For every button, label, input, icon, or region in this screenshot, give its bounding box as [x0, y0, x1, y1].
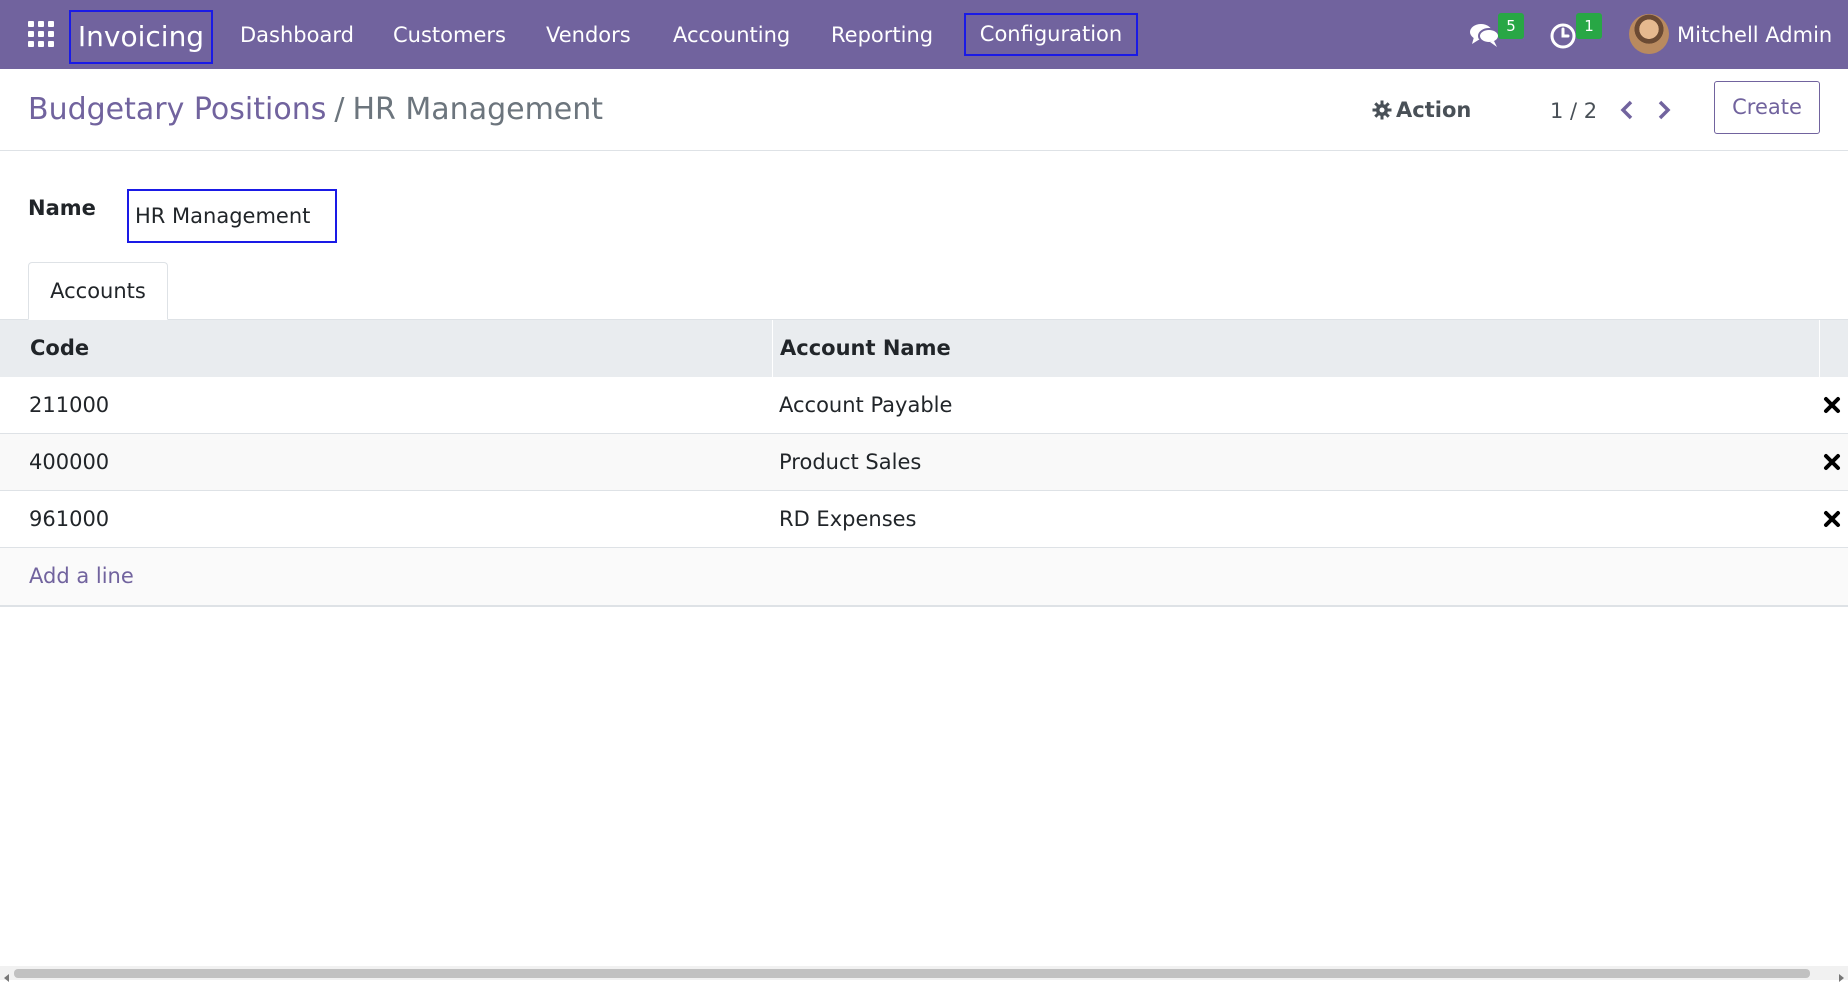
user-name[interactable]: Mitchell Admin — [1677, 19, 1832, 51]
menu-accounting[interactable]: Accounting — [673, 19, 790, 51]
app-brand[interactable]: Invoicing — [69, 10, 213, 64]
cell-account-name: Product Sales — [779, 450, 922, 474]
cell-account-name: Account Payable — [779, 393, 953, 417]
column-divider — [772, 320, 773, 377]
table-row[interactable]: 961000 RD Expenses — [0, 491, 1848, 548]
column-divider — [1819, 320, 1820, 377]
action-label: Action — [1396, 98, 1472, 122]
avatar[interactable] — [1629, 14, 1669, 54]
delete-row-icon[interactable] — [1823, 453, 1841, 471]
apps-grid-icon[interactable] — [28, 21, 56, 49]
add-line-link[interactable]: Add a line — [29, 548, 134, 605]
name-label: Name — [28, 196, 96, 220]
scrollbar-thumb[interactable] — [14, 969, 1810, 978]
breadcrumb-separator: / — [334, 92, 345, 127]
delete-row-icon[interactable] — [1823, 396, 1841, 414]
breadcrumb-current: HR Management — [352, 92, 604, 127]
menu-vendors[interactable]: Vendors — [546, 19, 631, 51]
column-header-code[interactable]: Code — [30, 320, 89, 377]
action-button[interactable]: Action — [1372, 91, 1471, 129]
control-panel: Budgetary Positions / HR Management Action… — [0, 69, 1848, 151]
cell-account-name: RD Expenses — [779, 507, 917, 531]
accounts-table: Code Account Name 211000 Account Payable… — [0, 320, 1848, 607]
breadcrumb: Budgetary Positions / HR Management — [28, 89, 603, 131]
menu-configuration[interactable]: Configuration — [964, 13, 1138, 56]
pager-value[interactable]: 1 / 2 — [1550, 93, 1597, 129]
cell-code: 211000 — [29, 393, 110, 417]
tab-accounts[interactable]: Accounts — [28, 262, 168, 320]
chevron-left-icon[interactable] — [1617, 95, 1637, 125]
menu-customers[interactable]: Customers — [393, 19, 506, 51]
activities-badge: 1 — [1576, 13, 1602, 39]
scroll-left-icon[interactable] — [2, 968, 12, 982]
menu-reporting[interactable]: Reporting — [831, 19, 933, 51]
cell-code: 400000 — [29, 450, 110, 474]
messages-badge: 5 — [1498, 13, 1524, 39]
chevron-right-icon[interactable] — [1654, 95, 1674, 125]
delete-row-icon[interactable] — [1823, 510, 1841, 528]
table-row[interactable]: 211000 Account Payable — [0, 377, 1848, 434]
column-header-account-name[interactable]: Account Name — [780, 320, 951, 377]
menu-dashboard[interactable]: Dashboard — [240, 19, 354, 51]
top-navbar: Invoicing Dashboard Customers Vendors Ac… — [0, 0, 1848, 69]
chat-icon[interactable] — [1469, 20, 1501, 50]
name-input[interactable] — [127, 189, 337, 243]
horizontal-scrollbar[interactable] — [0, 966, 1848, 982]
scroll-right-icon[interactable] — [1836, 968, 1846, 982]
create-button[interactable]: Create — [1714, 81, 1820, 134]
cell-code: 961000 — [29, 507, 110, 531]
table-row[interactable]: 400000 Product Sales — [0, 434, 1848, 491]
add-line-row: Add a line — [0, 548, 1848, 607]
table-header: Code Account Name — [0, 320, 1848, 377]
gear-icon — [1372, 100, 1392, 120]
breadcrumb-parent[interactable]: Budgetary Positions — [28, 92, 326, 127]
